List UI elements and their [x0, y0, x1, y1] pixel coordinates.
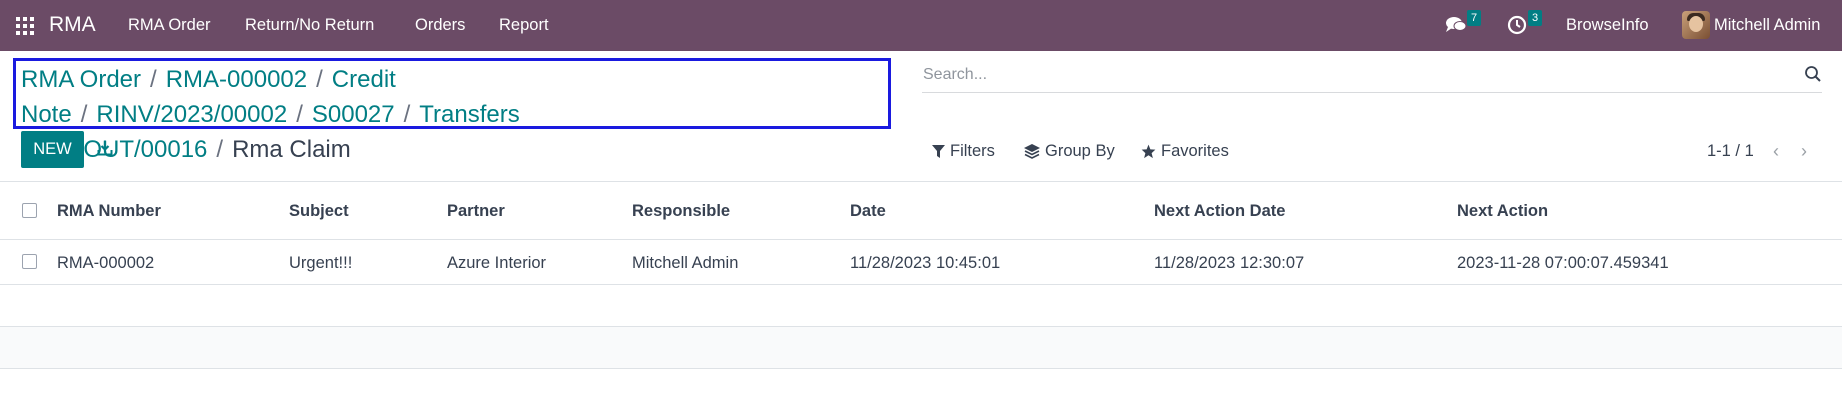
- cell-next-action-date: 11/28/2023 12:30:07: [1154, 254, 1305, 272]
- app-grid-icon[interactable]: [16, 17, 34, 35]
- layers-icon: [1024, 144, 1040, 159]
- search-icon[interactable]: [1804, 65, 1822, 83]
- breadcrumb-separator: /: [216, 136, 224, 163]
- breadcrumb-separator: /: [403, 101, 411, 128]
- table-top-border: [0, 181, 1842, 182]
- table-header-border: [0, 239, 1842, 240]
- cell-date: 11/28/2023 10:45:01: [850, 254, 1001, 272]
- breadcrumb-transfers[interactable]: Transfers: [419, 101, 519, 128]
- group-by-button[interactable]: Group By: [1024, 142, 1115, 161]
- menu-rma-order[interactable]: RMA Order: [128, 16, 211, 35]
- chat-icon[interactable]: [1445, 15, 1467, 35]
- column-header-rma-number[interactable]: RMA Number: [57, 202, 161, 221]
- column-header-partner[interactable]: Partner: [447, 202, 505, 221]
- breadcrumb-current: Rma Claim: [232, 136, 351, 163]
- table-row-border: [0, 368, 1842, 369]
- breadcrumb-sale-order[interactable]: S00027: [312, 101, 395, 128]
- column-header-next-action[interactable]: Next Action: [1457, 202, 1548, 221]
- breadcrumb-separator: /: [150, 66, 157, 93]
- row-checkbox[interactable]: [22, 254, 37, 269]
- column-header-date[interactable]: Date: [850, 202, 886, 221]
- pager-previous-icon[interactable]: ‹: [1773, 141, 1779, 162]
- menu-return-no-return[interactable]: Return/No Return: [245, 16, 374, 35]
- table-row-border: [0, 326, 1842, 327]
- pager-next-icon[interactable]: ›: [1801, 141, 1807, 162]
- favorites-button[interactable]: Favorites: [1141, 142, 1229, 161]
- cell-next-action: 2023-11-28 07:00:07.459341: [1457, 254, 1669, 272]
- breadcrumb-separator: /: [316, 66, 323, 93]
- download-icon[interactable]: [97, 140, 113, 156]
- menu-orders[interactable]: Orders: [415, 16, 465, 35]
- cell-partner: Azure Interior: [447, 254, 547, 272]
- table-empty-row: [0, 327, 1842, 368]
- messages-badge: 7: [1467, 10, 1482, 26]
- favorites-label: Favorites: [1161, 142, 1229, 160]
- star-icon: [1141, 144, 1156, 159]
- activities-badge: 3: [1528, 10, 1543, 26]
- user-menu[interactable]: Mitchell Admin: [1714, 16, 1820, 35]
- cell-subject: Urgent!!!: [289, 254, 353, 272]
- breadcrumb: RMA Order / RMA-000002/Credit Note / RINV/20…: [21, 62, 891, 167]
- select-all-checkbox[interactable]: [22, 203, 37, 218]
- group-by-label: Group By: [1045, 142, 1115, 160]
- search-input[interactable]: [922, 62, 1764, 88]
- filters-label: Filters: [950, 142, 995, 160]
- breadcrumb-separator: /: [80, 101, 88, 128]
- new-button[interactable]: NEW: [21, 131, 84, 168]
- search-bar: [922, 62, 1822, 93]
- user-avatar[interactable]: [1682, 11, 1710, 39]
- breadcrumb-rma-number[interactable]: RMA-000002: [166, 66, 307, 93]
- pager-value[interactable]: 1-1 / 1: [1707, 142, 1754, 161]
- column-header-responsible[interactable]: Responsible: [632, 202, 730, 221]
- clock-icon[interactable]: [1507, 15, 1527, 35]
- app-brand[interactable]: RMA: [49, 13, 96, 37]
- breadcrumb-rma-order[interactable]: RMA Order: [21, 66, 141, 93]
- filter-icon: [932, 145, 945, 158]
- filters-button[interactable]: Filters: [932, 142, 995, 161]
- cell-rma-number: RMA-000002: [57, 254, 155, 272]
- breadcrumb-separator: /: [296, 101, 303, 128]
- column-header-next-action-date[interactable]: Next Action Date: [1154, 202, 1285, 221]
- company-switcher[interactable]: BrowseInfo: [1566, 16, 1649, 35]
- column-header-subject[interactable]: Subject: [289, 202, 349, 221]
- top-navbar: RMA RMA Order Return/No Return Orders Re…: [0, 0, 1842, 51]
- table-row-border: [0, 284, 1842, 285]
- breadcrumb-invoice[interactable]: RINV/2023/00002: [96, 101, 287, 128]
- cell-responsible: Mitchell Admin: [632, 254, 739, 272]
- menu-report[interactable]: Report: [499, 16, 549, 35]
